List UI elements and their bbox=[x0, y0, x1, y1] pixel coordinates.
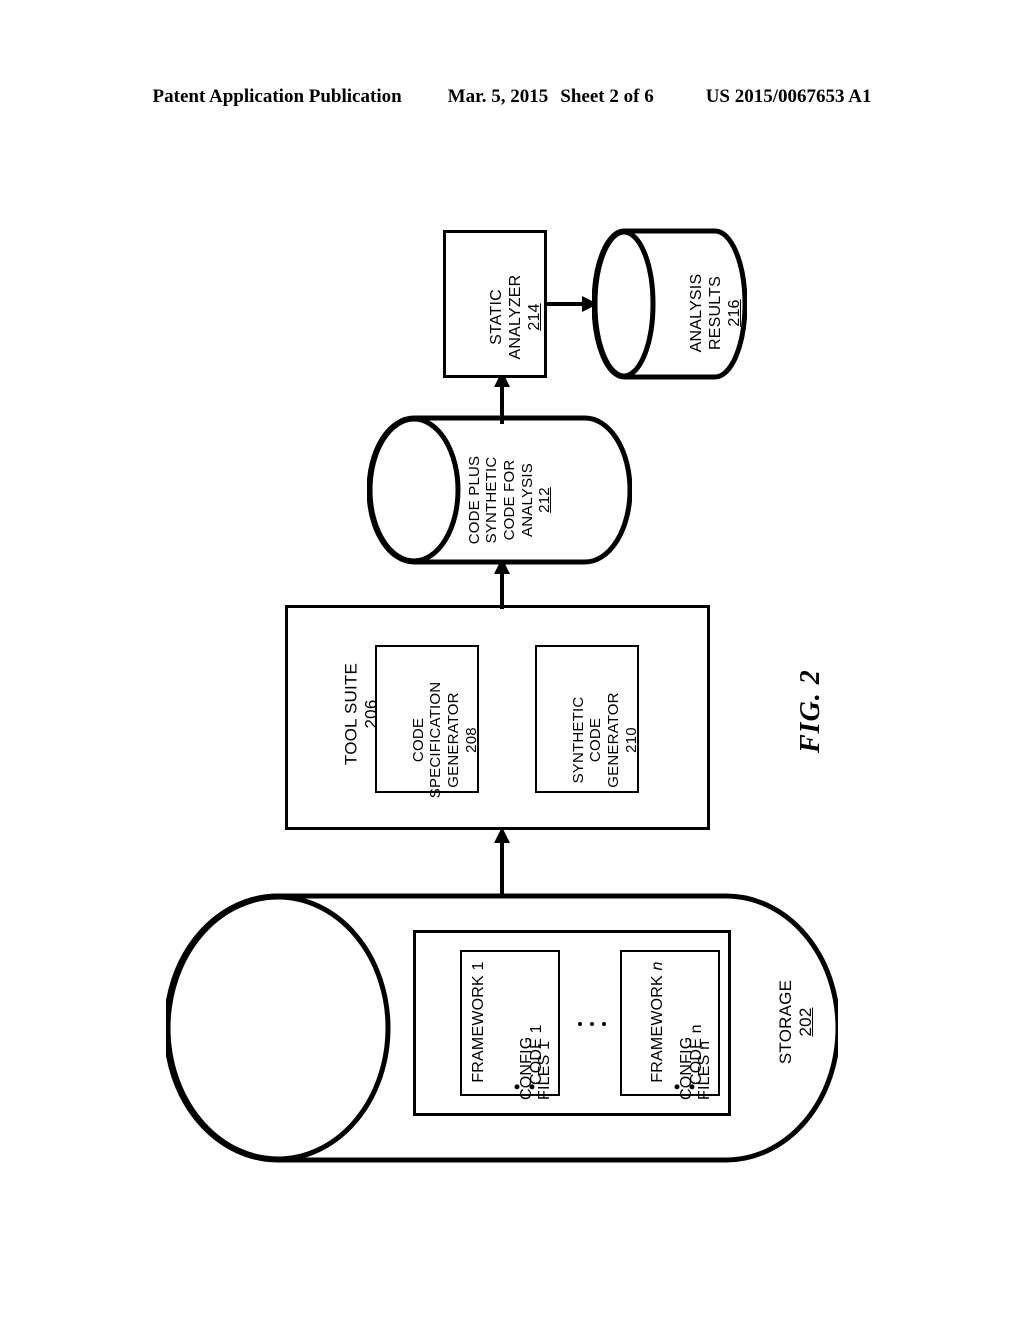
bullet-icon: • bbox=[682, 1083, 702, 1090]
edge-storage-to-tool-suite bbox=[490, 826, 514, 896]
ellipsis-dot bbox=[578, 1021, 582, 1026]
analysis-results-cylinder bbox=[592, 228, 747, 380]
framework-1-box bbox=[460, 950, 560, 1096]
ellipsis-dot bbox=[602, 1021, 606, 1026]
bullet-icon: • bbox=[522, 1083, 542, 1090]
synthetic-code-generator-box bbox=[535, 645, 639, 793]
figure-2-diagram: STORAGE 202 CODE 204 FRAMEWORK 1 • CODE … bbox=[0, 0, 1024, 1320]
edge-code-plus-synthetic-to-static-analyzer bbox=[490, 370, 514, 424]
framework-n-item-1: • bbox=[682, 970, 702, 1090]
framework-n-box bbox=[620, 950, 720, 1096]
framework-ellipsis bbox=[578, 1021, 606, 1026]
tool-suite-box bbox=[285, 605, 710, 830]
framework-1-item-1: • bbox=[522, 970, 542, 1090]
code-plus-synthetic-cylinder bbox=[367, 415, 632, 565]
ellipsis-dot bbox=[590, 1021, 594, 1026]
figure-caption: FIG. 2 bbox=[795, 669, 826, 753]
code-spec-generator-box bbox=[375, 645, 479, 793]
static-analyzer-box bbox=[443, 230, 547, 378]
